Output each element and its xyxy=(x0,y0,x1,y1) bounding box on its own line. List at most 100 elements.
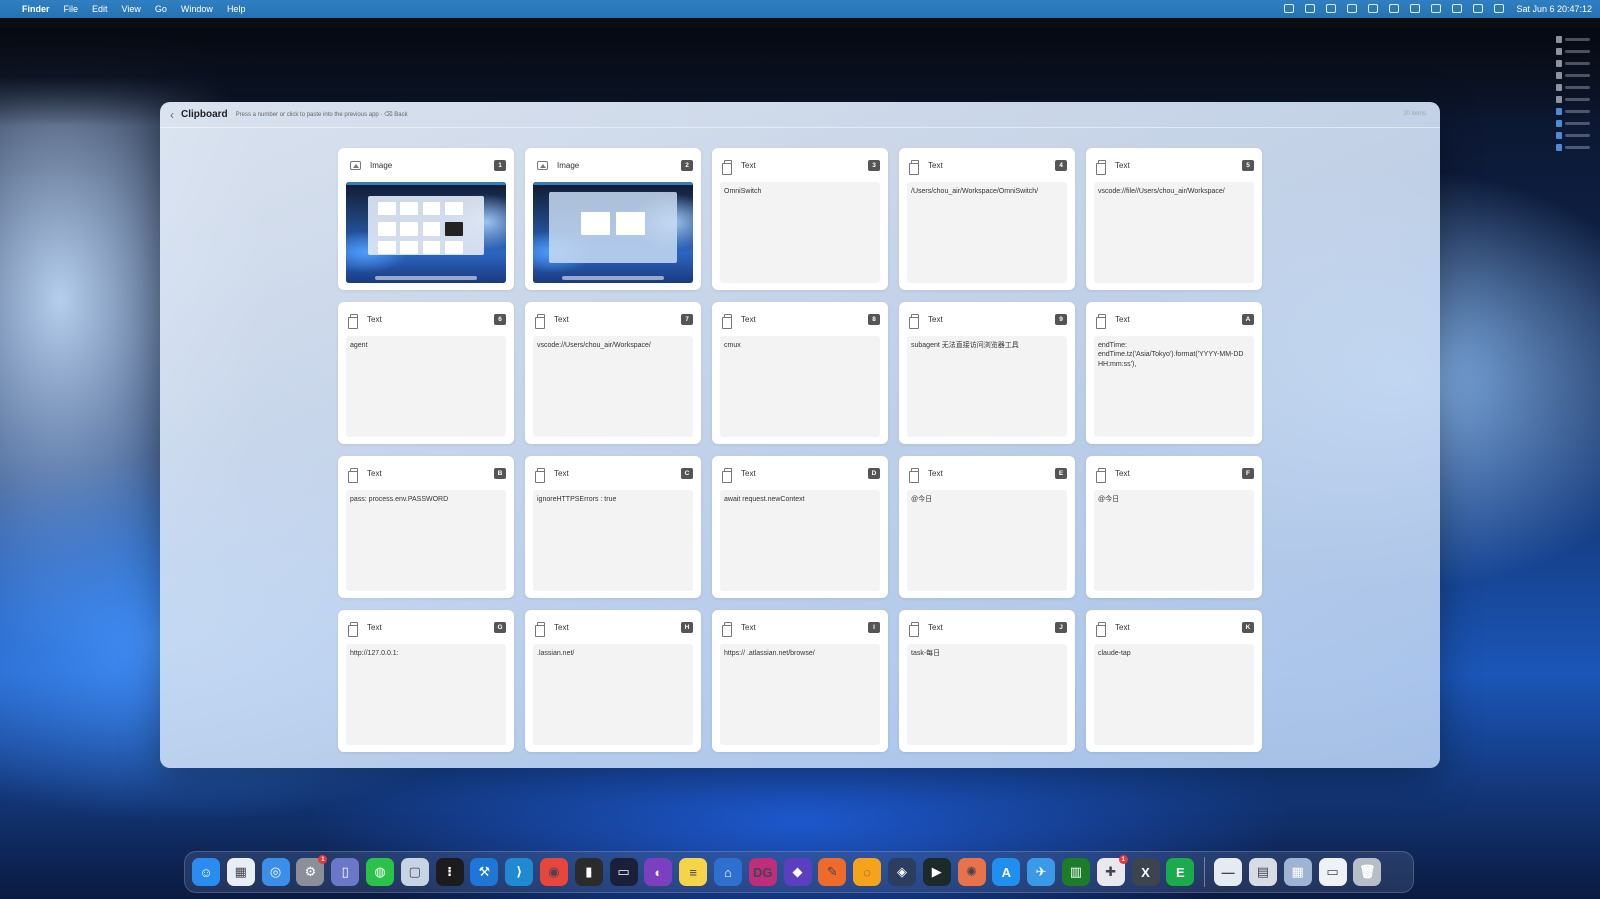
orange-app-icon[interactable]: ◌ xyxy=(853,858,882,886)
dock-glyph: ☺ xyxy=(199,864,213,880)
status-icons xyxy=(1273,3,1505,15)
finder-icon[interactable]: ☺ xyxy=(192,858,220,886)
clipboard-card[interactable]: Text Ghttp://127.0.0.1: xyxy=(338,610,514,752)
desktop-file[interactable] xyxy=(1556,71,1590,80)
claude-icon[interactable]: ✺ xyxy=(957,858,986,886)
clipboard-card[interactable]: Image 2 xyxy=(525,148,701,290)
clipboard-card[interactable]: Text 5 vscode://file//Users/chou_air/Works… xyxy=(1086,148,1262,290)
clipboard-card[interactable]: Text 7 vscode://Users/chou_air/Workspace/ xyxy=(525,302,701,444)
clipboard-card[interactable]: Text H .lassian.net/ xyxy=(525,610,701,752)
documents-stack-icon[interactable]: ▤ xyxy=(1248,858,1277,886)
screenshot-stack-icon[interactable]: ▦ xyxy=(1283,858,1312,886)
desktop-file[interactable] xyxy=(1556,47,1590,56)
xcode-icon[interactable]: ⚒ xyxy=(470,858,499,886)
datagrip-icon[interactable]: DG xyxy=(748,858,777,886)
shortcut-key-badge: 3 xyxy=(868,159,880,171)
terminal-app-icon[interactable]: ▮ xyxy=(574,858,603,886)
image-icon xyxy=(537,160,548,170)
activity-monitor-icon[interactable]: ▥ xyxy=(1061,858,1090,886)
clipboard-card[interactable]: Text F @今日 xyxy=(1086,456,1262,598)
menu-file[interactable]: File xyxy=(64,4,79,14)
clipboard-card[interactable]: Text Bpass: process.env.PASSWORD xyxy=(338,456,514,598)
menu-clock[interactable]: Sat Jun 6 20:47:12 xyxy=(1516,4,1592,14)
desktop-folder[interactable] xyxy=(1556,107,1590,116)
desktop-file[interactable] xyxy=(1556,59,1590,68)
layers-app-icon[interactable]: ◈ xyxy=(887,858,916,886)
chrome-icon[interactable]: ◉ xyxy=(539,858,568,886)
menu-app-name[interactable]: Finder xyxy=(22,4,50,14)
person-icon[interactable] xyxy=(1368,3,1379,13)
sparkle-icon[interactable] xyxy=(1305,3,1316,13)
downloads-stack-icon[interactable]: ▭ xyxy=(1318,858,1347,886)
system-settings-icon[interactable]: ⚙ 1 xyxy=(296,855,328,886)
clipboard-card[interactable]: Text Jtask-每日 xyxy=(899,610,1075,752)
menu-go[interactable]: Go xyxy=(155,4,167,14)
monitor-icon[interactable] xyxy=(1347,3,1358,13)
preview-icon[interactable]: ▢ xyxy=(400,858,429,886)
chevron-left-icon[interactable]: ‹ xyxy=(170,108,174,122)
document-icon xyxy=(535,622,545,637)
desktop-folder[interactable] xyxy=(1556,131,1590,140)
grid-icon[interactable] xyxy=(1326,3,1337,13)
app-grid-icon[interactable]: ⁝ xyxy=(435,858,464,886)
clipboard-card[interactable]: Text AendTime: endTime.tz('Asia/Tokyo').f… xyxy=(1086,302,1262,444)
testflight-icon[interactable]: ✈ xyxy=(1027,858,1056,886)
clipboard-card[interactable]: Text Kclaude-tap xyxy=(1086,610,1262,752)
launchpad-icon[interactable]: ▦ xyxy=(226,858,255,886)
github-desktop-icon[interactable]: ◐ xyxy=(644,858,673,886)
vscode-icon[interactable]: ⟩ xyxy=(505,858,534,886)
screenshot-preview xyxy=(346,182,506,283)
desktop-file[interactable] xyxy=(1556,95,1590,104)
desktop-folder[interactable] xyxy=(1556,143,1590,152)
control-center-icon[interactable] xyxy=(1494,3,1505,13)
trash-icon[interactable]: 🗑 xyxy=(1353,858,1382,886)
clipboard-card[interactable]: Text E @今日 xyxy=(899,456,1075,598)
dock-glyph: X xyxy=(1141,864,1150,880)
window-icon[interactable] xyxy=(1473,3,1484,13)
wechat-icon[interactable]: ◍ xyxy=(365,858,394,886)
dock-glyph: ▮ xyxy=(585,864,593,879)
clipboard-card[interactable]: Text Dawait request.newContext xyxy=(712,456,888,598)
clipboard-card[interactable]: Text 4/Users/chou_air/Workspace/OmniSwitc… xyxy=(899,148,1075,290)
thumbnail-detail xyxy=(400,240,418,254)
clipboard-card[interactable]: Text 3 OmniSwitch xyxy=(712,148,888,290)
dock-glyph: ▶ xyxy=(931,864,942,879)
shortcut-key-badge: 5 xyxy=(1242,159,1254,171)
dock-glyph: DG xyxy=(753,864,773,880)
desktop-file[interactable] xyxy=(1556,83,1590,92)
pen-app-icon[interactable]: ✎ xyxy=(818,858,847,886)
menu-edit[interactable]: Edit xyxy=(92,4,108,14)
desktop-file[interactable] xyxy=(1556,35,1590,44)
cloud-icon[interactable] xyxy=(1284,3,1295,13)
shortcut-key-badge: K xyxy=(1242,621,1254,633)
simulator-icon[interactable]: ▯ xyxy=(331,858,360,886)
slack-icon[interactable]: ✚ 1 xyxy=(1096,855,1128,886)
tableplus-icon[interactable]: ⌂ xyxy=(713,858,742,886)
xcode-instruments-icon[interactable]: X xyxy=(1131,858,1160,886)
menu-help[interactable]: Help xyxy=(227,4,246,14)
menu-view[interactable]: View xyxy=(122,4,141,14)
clipboard-card[interactable]: Image 1 xyxy=(338,148,514,290)
card-type-label: Text xyxy=(741,160,756,170)
input-method-icon[interactable] xyxy=(1452,3,1463,13)
minimized-window-icon[interactable]: — xyxy=(1214,858,1243,886)
notes-icon[interactable]: ≡ xyxy=(679,858,708,886)
dock-separator xyxy=(1204,857,1206,887)
obsidian-icon[interactable]: ◆ xyxy=(783,858,812,886)
cursor-icon[interactable]: ▶ xyxy=(922,858,951,886)
clipboard-card[interactable]: Text 6 agent xyxy=(338,302,514,444)
safari-icon[interactable]: ◎ xyxy=(261,858,290,886)
search-icon[interactable] xyxy=(1431,3,1442,13)
app-store-icon[interactable]: A xyxy=(992,858,1021,886)
clipboard-icon[interactable] xyxy=(1410,3,1421,13)
thumbnail-detail xyxy=(346,182,506,185)
clipboard-card[interactable]: Text CignoreHTTPSErrors : true xyxy=(525,456,701,598)
clipboard-card[interactable]: Text 9 subagent 无法直接访问浏览器工具 xyxy=(899,302,1075,444)
terminal-icon[interactable]: ▭ xyxy=(609,858,638,886)
evernote-icon[interactable]: E xyxy=(1166,858,1195,886)
bell-icon[interactable] xyxy=(1389,3,1400,13)
clipboard-card[interactable]: Text 8 cmux xyxy=(712,302,888,444)
desktop-folder[interactable] xyxy=(1556,119,1590,128)
clipboard-card[interactable]: Text Ihttps:// .atlassian.net/browse/ xyxy=(712,610,888,752)
menu-window[interactable]: Window xyxy=(181,4,213,14)
